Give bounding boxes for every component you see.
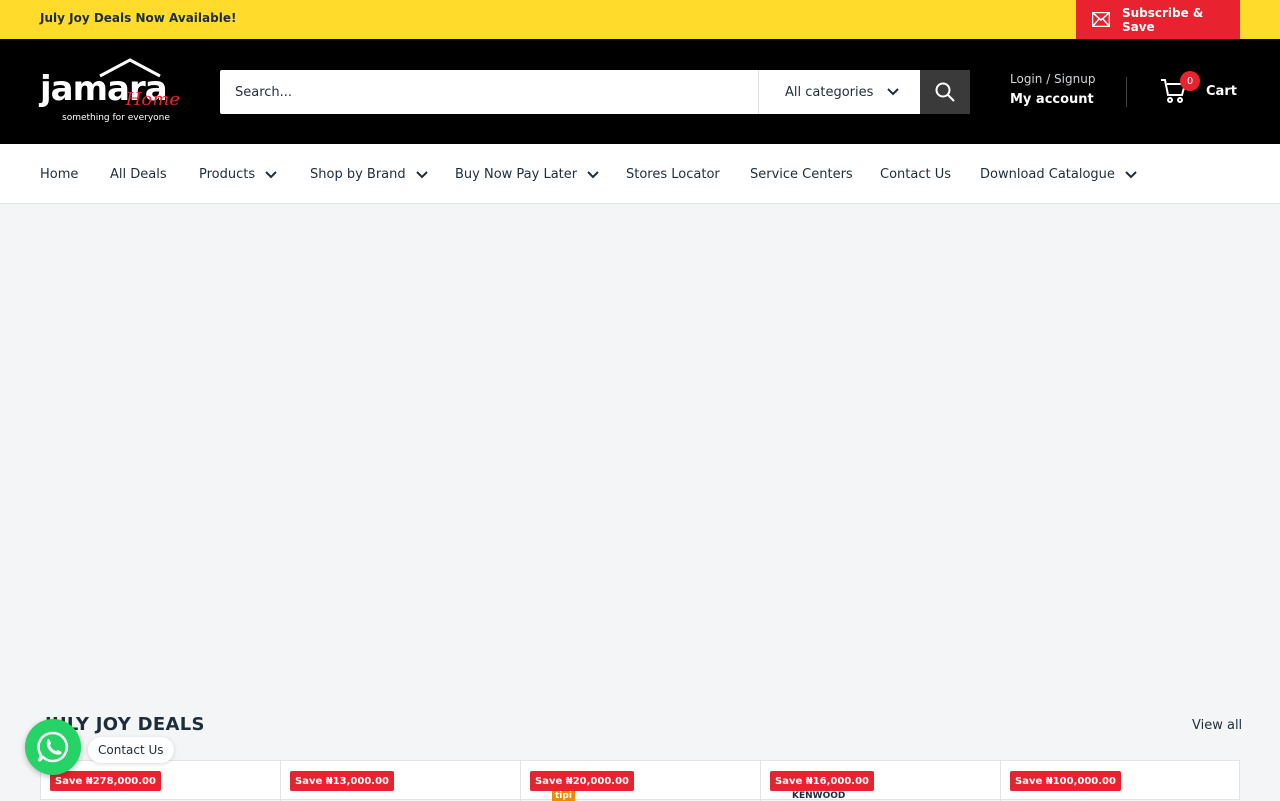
chevron-down-icon [415, 170, 428, 178]
nav-item-label: Stores Locator [626, 167, 720, 182]
nav-item-label: Service Centers [750, 167, 853, 182]
chevron-down-icon [887, 88, 900, 96]
cart-count-badge: 0 [1180, 71, 1200, 91]
logo-accent: Home [125, 89, 180, 110]
category-select-label: All categories [785, 84, 874, 100]
save-badge: Save ₦278,000.00 [50, 771, 161, 791]
site-header: jamara Home something for everyone All c… [0, 39, 1280, 144]
logo-tagline: something for everyone [62, 113, 170, 123]
subscribe-label: Subscribe & Save [1121, 5, 1204, 34]
nav-item-label: Contact Us [880, 167, 951, 182]
chevron-down-icon [265, 170, 277, 178]
product-card[interactable]: Save ₦16,000.00 KENWOOD [761, 761, 1001, 801]
cart-icon-wrap: 0 [1160, 71, 1200, 105]
nav-item-label: All Deals [110, 167, 167, 182]
product-card[interactable]: Save ₦100,000.00 [1001, 761, 1241, 801]
nav-item-home[interactable]: Home [40, 167, 78, 182]
search-input[interactable] [220, 70, 758, 114]
my-account-link[interactable]: My account [1010, 92, 1095, 107]
header-divider [1126, 77, 1127, 107]
view-all-link[interactable]: View all [1192, 718, 1242, 733]
login-signup-link[interactable]: Login / Signup [1010, 72, 1095, 86]
nav-item-download-catalogue[interactable]: Download Catalogue [980, 167, 1137, 182]
chevron-down-icon [1125, 170, 1137, 178]
announcement-text[interactable]: July Joy Deals Now Available! [40, 11, 236, 25]
deals-product-grid: Save ₦278,000.00 Save ₦13,000.00 Save ₦2… [40, 760, 1241, 801]
nav-item-products[interactable]: Products [199, 167, 277, 182]
subscribe-button[interactable]: Subscribe & Save [1076, 0, 1240, 39]
nav-item-stores-locator[interactable]: Stores Locator [626, 167, 720, 182]
nav-item-label: Shop by Brand [310, 167, 406, 182]
search-bar: All categories [220, 70, 970, 114]
nav-item-shop-by-brand[interactable]: Shop by Brand [310, 167, 428, 182]
mail-icon [1092, 12, 1110, 27]
nav-item-service-centers[interactable]: Service Centers [750, 167, 853, 182]
cart-label: Cart [1206, 83, 1237, 99]
whatsapp-label[interactable]: Contact Us [88, 737, 174, 763]
product-card[interactable]: Save ₦13,000.00 [281, 761, 521, 801]
whatsapp-icon [37, 731, 69, 763]
cart-button[interactable]: 0 Cart [1160, 71, 1237, 105]
nav-item-label: Home [40, 167, 79, 182]
nav-item-label: Buy Now Pay Later [455, 167, 578, 182]
main-nav: Home All Deals Products Shop by Brand Bu… [0, 144, 1280, 204]
search-icon [935, 82, 955, 102]
nav-item-label: Products [199, 167, 256, 182]
nav-item-label: Download Catalogue [980, 167, 1115, 182]
search-button[interactable] [920, 70, 970, 114]
save-badge: Save ₦13,000.00 [290, 771, 394, 791]
product-card[interactable]: Save ₦20,000.00 tipi [521, 761, 761, 801]
whatsapp-button[interactable] [25, 719, 81, 775]
nav-item-contact-us[interactable]: Contact Us [880, 167, 951, 182]
save-badge: Save ₦100,000.00 [1010, 771, 1121, 791]
account-block: Login / Signup My account [1010, 72, 1095, 107]
category-select[interactable]: All categories [758, 70, 920, 114]
nav-item-buy-now-pay-later[interactable]: Buy Now Pay Later [455, 167, 599, 182]
save-badge: Save ₦16,000.00 [770, 771, 874, 791]
announcement-bar: July Joy Deals Now Available! Subscribe … [0, 0, 1280, 39]
site-logo[interactable]: jamara Home something for everyone [40, 58, 180, 125]
save-badge: Save ₦20,000.00 [530, 771, 634, 791]
product-card[interactable]: Save ₦278,000.00 [41, 761, 281, 801]
chevron-down-icon [587, 170, 599, 178]
nav-item-all-deals[interactable]: All Deals [110, 167, 167, 182]
